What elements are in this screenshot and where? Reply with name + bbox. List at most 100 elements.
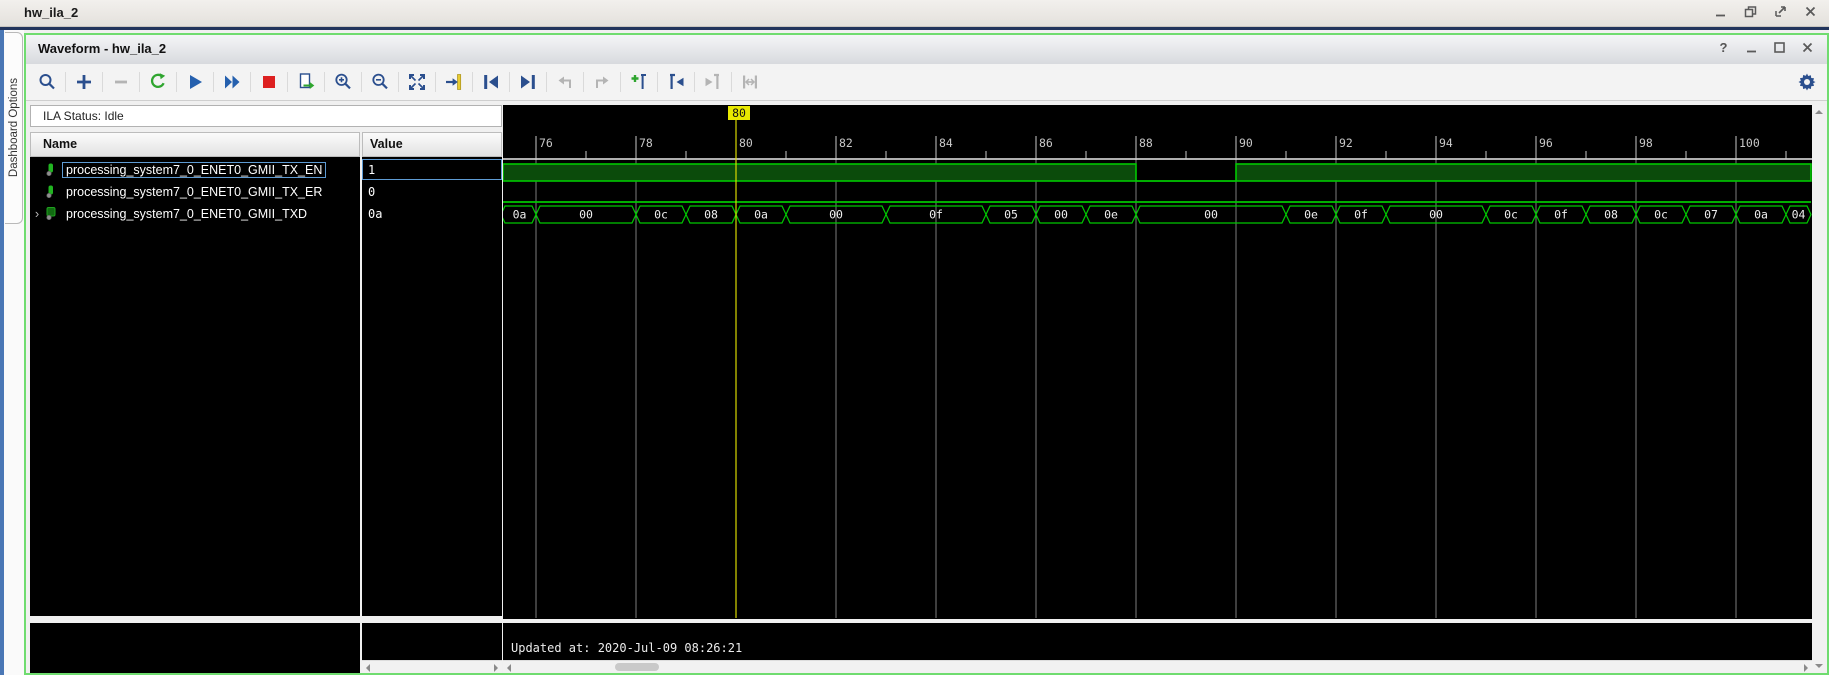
settings-gear-icon[interactable] (1797, 72, 1817, 92)
panel-controls: ? (1716, 40, 1815, 55)
signal-row-processing_system7_0_ENET0_GMII_TXD[interactable]: › processing_system7_0_ENET0_GMII_TXD (30, 203, 360, 224)
waveform-canvas[interactable]: 76 78 80 82 84 86 88 90 92 94 96 98 100 0a 00 0c 08 0a 00 0… (503, 105, 1812, 619)
bus-probe-icon (44, 207, 59, 220)
svg-text:82: 82 (839, 136, 853, 150)
toolbar-separator (250, 72, 251, 92)
signal-value-processing_system7_0_ENET0_GMII_TX_EN[interactable]: 1 (362, 159, 502, 180)
toolbar-goto-next-transition-icon[interactable] (515, 69, 541, 95)
window-float-icon[interactable] (1773, 4, 1789, 20)
svg-text:86: 86 (1039, 136, 1053, 150)
scroll-down-icon[interactable] (1815, 664, 1823, 668)
svg-text:0c: 0c (1654, 208, 1668, 222)
toolbar-zoom-in-icon[interactable] (330, 69, 356, 95)
waveform-content: ILA Status: Idle Name Value processing_s… (26, 101, 1827, 673)
toolbar-restart-trigger-icon[interactable] (145, 69, 171, 95)
waveform-lower-pane: Updated at: 2020-Jul-09 08:26:21 (503, 623, 1812, 660)
svg-text:94: 94 (1439, 136, 1453, 150)
panel-help-icon[interactable]: ? (1716, 40, 1731, 55)
panel-maximize-icon[interactable] (1772, 40, 1787, 55)
svg-text:0e: 0e (1304, 208, 1318, 222)
signal-value-text: 0a (368, 207, 383, 221)
waveform-panel: Waveform - hw_ila_2 ? ILA Status: Idle N… (24, 33, 1829, 675)
scroll-right-icon[interactable] (494, 664, 498, 672)
toolbar-goto-previous-transition-icon[interactable] (478, 69, 504, 95)
panel-close-icon[interactable] (1800, 40, 1815, 55)
toolbar-goto-next-marker-icon[interactable] (700, 69, 726, 95)
toolbar-fit-markers-icon[interactable] (737, 69, 763, 95)
toolbar-separator (398, 72, 399, 92)
signal-value-processing_system7_0_ENET0_GMII_TX_ER[interactable]: 0 (362, 181, 502, 202)
svg-text:76: 76 (539, 136, 553, 150)
waveform-horizontal-scrollbar[interactable] (503, 660, 1812, 673)
svg-text:0c: 0c (654, 208, 668, 222)
bit-probe-icon (44, 163, 59, 176)
waveform-panel-title: Waveform - hw_ila_2 (38, 41, 167, 56)
toolbar-zoom-out-icon[interactable] (367, 69, 393, 95)
signal-value-processing_system7_0_ENET0_GMII_TXD[interactable]: 0a (362, 203, 502, 224)
toolbar-separator (620, 72, 621, 92)
toolbar-separator (139, 72, 140, 92)
value-list-lower-pane (362, 623, 502, 660)
toolbar-remove-icon[interactable] (108, 69, 134, 95)
toolbar-swap-previous-icon[interactable] (552, 69, 578, 95)
svg-text:00: 00 (1429, 208, 1443, 222)
toolbar-export-ila-data-icon[interactable] (293, 69, 319, 95)
window-close-icon[interactable] (1803, 4, 1819, 20)
toolbar-swap-next-icon[interactable] (589, 69, 615, 95)
toolbar-add-icon[interactable] (71, 69, 97, 95)
toolbar-run-trigger-icon[interactable] (182, 69, 208, 95)
waveform-svg: 76 78 80 82 84 86 88 90 92 94 96 98 100 0a 00 0c 08 0a 00 0… (503, 106, 1812, 618)
signal-name-list: processing_system7_0_ENET0_GMII_TX_ENpro… (30, 157, 360, 616)
svg-text:00: 00 (1054, 208, 1068, 222)
toolbar-stop-trigger-icon[interactable] (256, 69, 282, 95)
toolbar-goto-previous-marker-icon[interactable] (663, 69, 689, 95)
svg-text:00: 00 (1204, 208, 1218, 222)
signal-value-list: 1 0 0a (362, 157, 502, 616)
toolbar-separator (694, 72, 695, 92)
scroll-left-icon[interactable] (507, 664, 511, 672)
waveform-panel-header[interactable]: Waveform - hw_ila_2 ? (26, 35, 1827, 65)
scroll-right-icon[interactable] (1804, 664, 1808, 672)
toolbar-separator (213, 72, 214, 92)
toolbar-add-marker-icon[interactable] (626, 69, 652, 95)
column-header-name[interactable]: Name (30, 132, 360, 157)
signal-row-processing_system7_0_ENET0_GMII_TX_ER[interactable]: processing_system7_0_ENET0_GMII_TX_ER (30, 181, 360, 202)
svg-text:08: 08 (1604, 208, 1618, 222)
svg-text:0c: 0c (1504, 208, 1518, 222)
signal-name[interactable]: processing_system7_0_ENET0_GMII_TX_EN (62, 161, 327, 178)
window-titlebar: hw_ila_2 (0, 0, 1829, 27)
dashboard-options-sidebar: Dashboard Options (4, 30, 24, 675)
toolbar-separator (546, 72, 547, 92)
panel-minimize-icon[interactable] (1744, 40, 1759, 55)
expand-icon[interactable]: › (30, 206, 44, 221)
toolbar-zoom-fit-icon[interactable] (404, 69, 430, 95)
toolbar-separator (509, 72, 510, 92)
ila-status-box: ILA Status: Idle (30, 105, 502, 127)
waveform-vertical-scrollbar[interactable] (1812, 105, 1827, 673)
svg-text:00: 00 (579, 208, 593, 222)
window-border-line (0, 27, 1829, 30)
svg-text:78: 78 (639, 136, 653, 150)
scrollbar-thumb[interactable] (615, 663, 659, 671)
toolbar-separator (657, 72, 658, 92)
signal-name[interactable]: processing_system7_0_ENET0_GMII_TX_ER (62, 184, 326, 200)
dashboard-options-label: Dashboard Options (7, 78, 20, 178)
svg-text:100: 100 (1739, 136, 1760, 150)
updated-timestamp: Updated at: 2020-Jul-09 08:26:21 (511, 641, 743, 655)
window-restore-icon[interactable] (1743, 4, 1759, 20)
toolbar-separator (102, 72, 103, 92)
dashboard-options-tab[interactable]: Dashboard Options (5, 32, 23, 224)
signal-name[interactable]: processing_system7_0_ENET0_GMII_TXD (62, 206, 311, 222)
scroll-up-icon[interactable] (1815, 110, 1823, 114)
window-minimize-icon[interactable] (1713, 4, 1729, 20)
scroll-left-icon[interactable] (366, 664, 370, 672)
column-header-value[interactable]: Value (362, 132, 502, 157)
value-horizontal-scrollbar[interactable] (362, 660, 502, 673)
toolbar-run-trigger-immediate-icon[interactable] (219, 69, 245, 95)
toolbar-find-icon[interactable] (34, 69, 60, 95)
toolbar-goto-trigger-icon[interactable] (441, 69, 467, 95)
svg-text:00: 00 (829, 208, 843, 222)
signal-value-text: 0 (368, 185, 376, 199)
svg-text:96: 96 (1539, 136, 1553, 150)
signal-row-processing_system7_0_ENET0_GMII_TX_EN[interactable]: processing_system7_0_ENET0_GMII_TX_EN (30, 159, 360, 180)
